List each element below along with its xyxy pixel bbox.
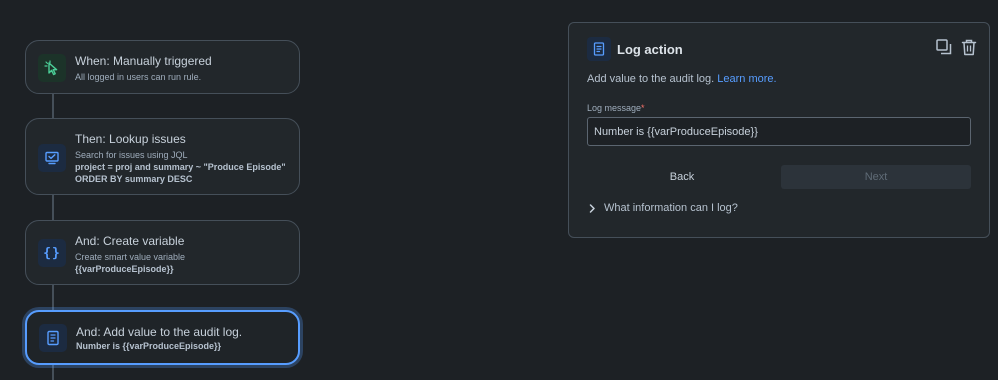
panel-description: Add value to the audit log. Learn more. (587, 73, 777, 85)
log-action-panel: Log action Add value to the audit log. L… (568, 22, 990, 238)
variable-title: And: Create variable (75, 234, 185, 248)
log-message-label-text: Log message (587, 103, 642, 113)
lookup-jql-line2: ORDER BY summary DESC (75, 174, 193, 184)
cursor-click-icon (38, 54, 66, 82)
create-variable-card[interactable]: {} And: Create variable Create smart val… (25, 220, 300, 285)
chevron-right-icon (589, 203, 595, 213)
log-info-disclosure[interactable]: What information can I log? (589, 202, 738, 214)
flow-connector (52, 194, 54, 221)
trigger-card[interactable]: When: Manually triggered All logged in u… (25, 40, 300, 94)
learn-more-link[interactable]: Learn more. (717, 73, 776, 85)
audit-value: Number is {{varProduceEpisode}} (76, 341, 222, 351)
lookup-title: Then: Lookup issues (75, 132, 186, 146)
flow-connector (52, 285, 54, 311)
document-icon (587, 37, 611, 61)
lookup-subtitle: Search for issues using JQL (75, 150, 188, 160)
log-message-label: Log message* (587, 103, 645, 113)
disclosure-text: What information can I log? (604, 202, 738, 214)
copy-icon[interactable] (935, 38, 952, 56)
flow-connector (52, 364, 54, 380)
trigger-title: When: Manually triggered (75, 54, 212, 68)
variable-name: {{varProduceEpisode}} (75, 264, 174, 274)
lookup-jql-line1: project = proj and summary ~ "Produce Ep… (75, 162, 286, 172)
log-message-input[interactable] (587, 117, 971, 146)
flow-connector (52, 93, 54, 119)
audit-title: And: Add value to the audit log. (76, 325, 243, 339)
lookup-issues-card[interactable]: Then: Lookup issues Search for issues us… (25, 118, 300, 195)
panel-toolbar (935, 38, 977, 56)
audit-log-card[interactable]: And: Add value to the audit log. Number … (25, 310, 300, 365)
document-icon (39, 324, 67, 352)
trigger-subtitle: All logged in users can run rule. (75, 72, 202, 82)
variable-subtitle: Create smart value variable (75, 252, 186, 262)
description-text: Add value to the audit log. (587, 73, 715, 85)
next-button[interactable]: Next (781, 165, 971, 189)
monitor-check-icon (38, 144, 66, 172)
back-button[interactable]: Back (587, 165, 777, 189)
panel-title: Log action (617, 42, 683, 57)
required-marker: * (641, 103, 645, 113)
trash-icon[interactable] (960, 38, 977, 56)
braces-icon: {} (38, 239, 66, 267)
